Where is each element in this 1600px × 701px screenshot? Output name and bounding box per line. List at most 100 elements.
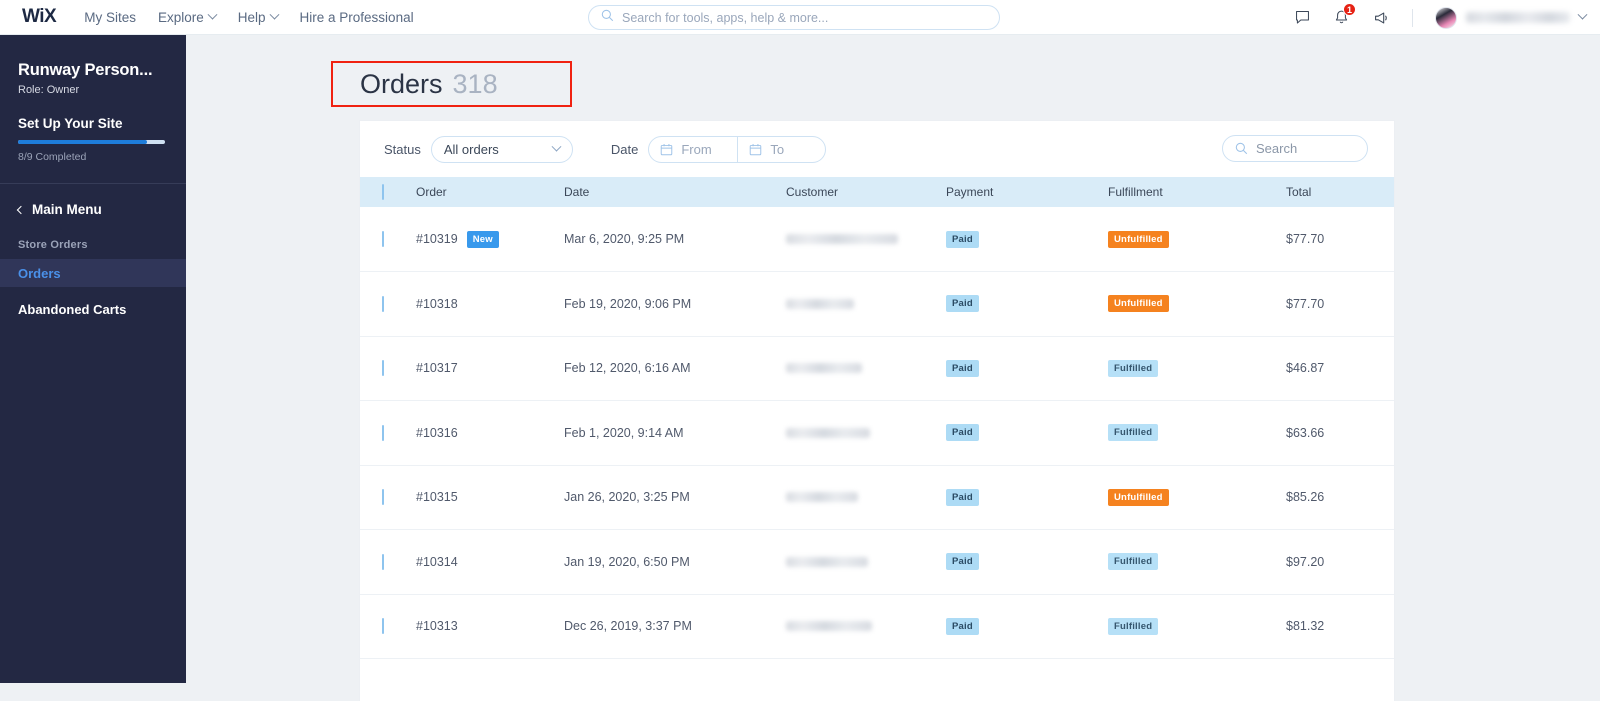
orders-count: 318	[452, 68, 498, 99]
fulfillment-status-cell: Unfulfilled	[1108, 207, 1286, 272]
top-bar-actions: 1	[1294, 0, 1588, 35]
page-title: Orders	[360, 68, 443, 99]
row-checkbox[interactable]	[382, 489, 384, 506]
search-icon	[601, 9, 614, 27]
row-select-cell	[360, 594, 416, 659]
order-total-cell: $63.66	[1286, 425, 1325, 440]
new-order-badge: New	[466, 230, 499, 248]
payment-status-badge: Paid	[946, 359, 979, 377]
global-search-input[interactable]: Search for tools, apps, help & more...	[588, 5, 1000, 30]
column-header-order[interactable]: Order	[416, 177, 564, 207]
chevron-left-icon	[16, 205, 26, 214]
sidebar: Runway Person... Role: Owner Set Up Your…	[0, 35, 186, 683]
chevron-down-icon	[551, 141, 562, 152]
order-date-cell: Feb 19, 2020, 9:06 PM	[564, 296, 692, 311]
payment-status-cell: Paid	[946, 594, 1108, 659]
fulfillment-status-cell: Fulfilled	[1108, 401, 1286, 466]
fulfillment-status-cell: Fulfilled	[1108, 336, 1286, 401]
orders-search-input[interactable]: Search	[1222, 135, 1368, 162]
select-all-header	[360, 177, 416, 207]
bell-icon[interactable]: 1	[1333, 3, 1356, 26]
sidebar-item-abandoned-carts[interactable]: Abandoned Carts	[0, 295, 186, 323]
payment-status-badge: Paid	[946, 488, 979, 506]
table-row[interactable]: #10318 Feb 19, 2020, 9:06 PM Paid Unfulfill…	[360, 272, 1394, 337]
site-title: Runway Person...	[18, 61, 153, 79]
order-id-cell: #10314	[416, 530, 564, 595]
row-checkbox[interactable]	[382, 424, 384, 441]
payment-status-cell: Paid	[946, 207, 1108, 272]
payment-status-cell: Paid	[946, 272, 1108, 337]
setup-site-title[interactable]: Set Up Your Site	[18, 116, 186, 131]
row-checkbox[interactable]	[382, 618, 384, 635]
chat-icon[interactable]	[1294, 9, 1311, 26]
fulfillment-status-badge: Unfulfilled	[1108, 295, 1169, 313]
order-date-cell: Dec 26, 2019, 3:37 PM	[564, 619, 692, 634]
global-search-placeholder: Search for tools, apps, help & more...	[622, 10, 829, 25]
sidebar-divider	[0, 183, 186, 184]
row-select-cell	[360, 207, 416, 272]
column-header-date[interactable]: Date	[564, 177, 786, 207]
order-total-cell: $81.32	[1286, 619, 1325, 634]
table-row[interactable]: #10317 Feb 12, 2020, 6:16 AM Paid Fulfilled…	[360, 336, 1394, 401]
chevron-down-icon	[207, 9, 218, 20]
column-header-total[interactable]: Total	[1286, 177, 1394, 207]
payment-status-cell: Paid	[946, 401, 1108, 466]
order-id: #10318	[416, 296, 458, 311]
order-id-cell: #10313	[416, 594, 564, 659]
calendar-icon	[661, 143, 673, 155]
table-row[interactable]: #10314 Jan 19, 2020, 6:50 PM Paid Fulfilled…	[360, 530, 1394, 595]
date-to-input[interactable]: To	[737, 136, 825, 162]
top-nav-item-my-sites[interactable]: My Sites	[84, 10, 136, 25]
top-nav-label: Hire a Professional	[299, 9, 414, 25]
select-all-checkbox[interactable]	[382, 184, 384, 200]
main-menu-back-link[interactable]: Main Menu	[16, 202, 186, 217]
table-row[interactable]: #10315 Jan 26, 2020, 3:25 PM Paid Unfulfill…	[360, 465, 1394, 530]
row-select-cell	[360, 272, 416, 337]
order-id: #10315	[416, 490, 458, 505]
table-row[interactable]: #10313 Dec 26, 2019, 3:37 PM Paid Fulfilled…	[360, 594, 1394, 659]
fulfillment-status-badge: Fulfilled	[1108, 359, 1159, 377]
order-id: #10313	[416, 619, 458, 634]
row-checkbox[interactable]	[382, 231, 384, 247]
site-role: Role: Owner	[18, 84, 80, 96]
customer-name-cell	[786, 465, 946, 530]
row-checkbox[interactable]	[382, 360, 384, 377]
table-row[interactable]: #10316 Feb 1, 2020, 9:14 AM Paid Fulfilled $…	[360, 401, 1394, 466]
user-account-menu[interactable]	[1435, 6, 1588, 29]
payment-status-badge: Paid	[946, 553, 979, 571]
top-nav-item-hire-a-professional[interactable]: Hire a Professional	[300, 10, 414, 25]
status-filter-label: Status	[384, 141, 421, 157]
payment-status-badge: Paid	[946, 424, 979, 442]
customer-name	[786, 427, 870, 438]
top-nav-item-help[interactable]: Help	[238, 9, 279, 25]
payment-status-badge: Paid	[946, 230, 979, 248]
date-from-input[interactable]: From	[649, 137, 737, 162]
table-header-row: Order Date Customer Payment Fulfillment …	[360, 177, 1394, 207]
order-id-cell: #10316	[416, 401, 564, 466]
column-header-customer[interactable]: Customer	[786, 177, 946, 207]
sidebar-item-label: Orders	[18, 265, 61, 281]
fulfillment-status-badge: Fulfilled	[1108, 617, 1159, 635]
customer-name	[786, 621, 872, 632]
main-content: Orders 318 Status All orders Date From T…	[186, 35, 1600, 701]
sidebar-item-orders[interactable]: Orders	[0, 259, 186, 287]
row-checkbox[interactable]	[382, 295, 384, 312]
row-select-cell	[360, 465, 416, 530]
order-date-cell: Feb 12, 2020, 6:16 AM	[564, 361, 691, 376]
row-checkbox[interactable]	[382, 553, 384, 570]
column-header-payment[interactable]: Payment	[946, 177, 1108, 207]
fulfillment-status-cell: Fulfilled	[1108, 530, 1286, 595]
status-filter-dropdown[interactable]: All orders	[430, 135, 573, 163]
table-row[interactable]: #10319 New Mar 6, 2020, 9:25 PM Paid Unfulfi…	[360, 207, 1394, 272]
payment-status-badge: Paid	[946, 295, 979, 313]
order-total-cell: $97.20	[1286, 554, 1325, 569]
megaphone-icon[interactable]	[1372, 9, 1390, 27]
fulfillment-status-badge: Unfulfilled	[1108, 230, 1169, 248]
column-header-fulfillment[interactable]: Fulfillment	[1108, 177, 1286, 207]
order-id: #10317	[416, 361, 458, 376]
filter-bar: Status All orders Date From To Search	[360, 121, 1394, 177]
order-id-cell: #10319 New	[416, 207, 564, 272]
customer-name-cell	[786, 401, 946, 466]
top-nav-item-explore[interactable]: Explore	[158, 9, 218, 25]
wix-logo[interactable]: WiX	[22, 6, 57, 28]
